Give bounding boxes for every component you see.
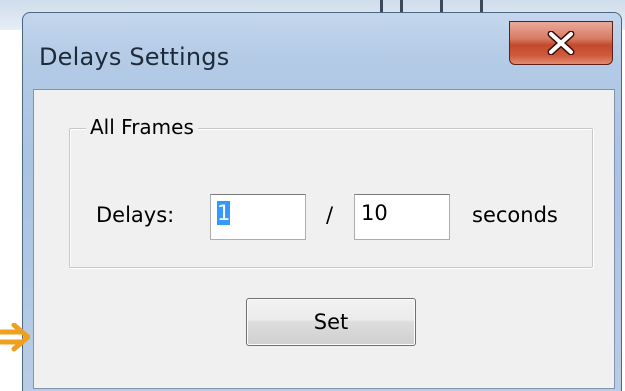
unit-label: seconds (472, 203, 558, 227)
delay-numerator-input[interactable]: 1 (210, 194, 306, 240)
set-button[interactable]: Set (246, 298, 416, 346)
arrow-icon (0, 323, 30, 352)
delays-label: Delays: (96, 203, 175, 227)
close-icon (547, 31, 575, 55)
all-frames-group (69, 128, 593, 268)
dialog-window: Delays Settings All Frames Delays: 1 / 1… (22, 12, 622, 391)
dialog-client-area: All Frames Delays: 1 / 10 seconds Set (33, 89, 615, 389)
numerator-value: 1 (217, 201, 231, 225)
screen: Delays Settings All Frames Delays: 1 / 1… (0, 0, 625, 391)
fraction-separator: / (326, 203, 334, 227)
close-button[interactable] (509, 21, 613, 65)
dialog-title: Delays Settings (39, 43, 230, 71)
denominator-value: 10 (361, 201, 388, 225)
group-legend: All Frames (86, 115, 198, 139)
delay-denominator-input[interactable]: 10 (354, 194, 450, 240)
